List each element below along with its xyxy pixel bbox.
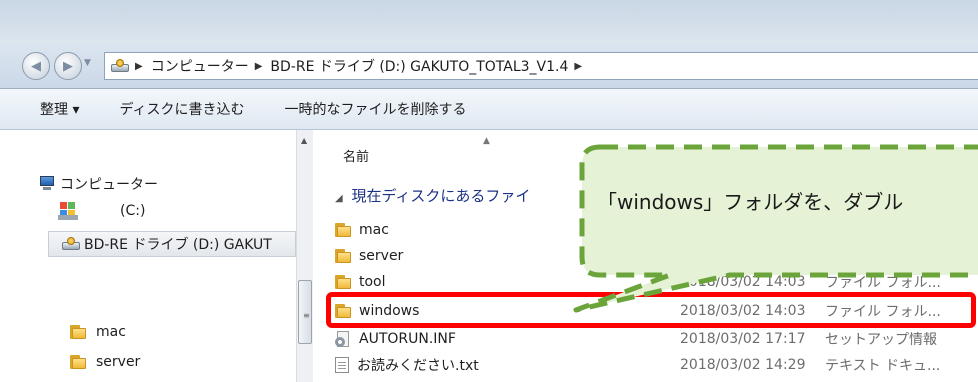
folder-icon xyxy=(335,249,351,263)
navigation-scrollbar[interactable]: ▲ ≡ xyxy=(296,130,314,382)
back-button[interactable]: ◀ xyxy=(22,52,50,80)
command-toolbar: 整理 ▾ ディスクに書き込む 一時的なファイルを削除する xyxy=(0,89,978,130)
scrollbar-thumb[interactable]: ≡ xyxy=(298,280,312,344)
arrow-right-icon: ▶ xyxy=(63,58,73,74)
bd-drive-icon xyxy=(62,237,80,251)
file-date: 2018/03/02 14:29 xyxy=(680,357,806,373)
grip-icon: ≡ xyxy=(303,311,310,320)
delete-temp-files-button[interactable]: 一時的なファイルを削除する xyxy=(285,99,467,119)
breadcrumb-separator-icon[interactable]: ▶ xyxy=(255,61,263,72)
window-titlebar xyxy=(0,0,978,45)
callout-text: 「windows」フォルダを、ダブル xyxy=(597,190,904,214)
nav-item-mac[interactable]: mac xyxy=(70,324,126,340)
breadcrumb-separator-icon[interactable]: ▶ xyxy=(135,61,143,72)
windows-drive-icon xyxy=(58,202,78,220)
address-bar[interactable]: ▶ コンピューター ▶ BD-RE ドライブ (D:) GAKUTO_TOTAL… xyxy=(104,52,978,80)
forward-button[interactable]: ▶ xyxy=(54,52,82,80)
nav-item-label: (C:) xyxy=(120,203,146,219)
breadcrumb-drive[interactable]: BD-RE ドライブ (D:) GAKUTO_TOTAL3_V1.4 xyxy=(270,56,568,76)
nav-item-computer[interactable]: コンピューター xyxy=(38,174,158,194)
breadcrumb-separator-icon[interactable]: ▶ xyxy=(574,61,582,72)
setup-info-icon xyxy=(335,331,351,347)
file-row[interactable]: お読みください.txt 2018/03/02 14:29 テキスト ドキュ... xyxy=(335,354,975,376)
nav-item-label: mac xyxy=(96,324,126,340)
nav-item-label: コンピューター xyxy=(60,177,158,193)
navigation-pane: コンピューター (C:) BD-RE ドライブ (D:) GAKUT mac s… xyxy=(0,130,296,382)
file-name: お読みください.txt xyxy=(357,358,479,374)
recent-pages-dropdown[interactable]: ▼ xyxy=(84,58,94,72)
arrow-left-icon: ◀ xyxy=(31,58,41,74)
scroll-up-icon[interactable]: ▲ xyxy=(301,136,307,145)
breadcrumb-computer[interactable]: コンピューター xyxy=(151,56,249,76)
folder-icon xyxy=(70,325,86,339)
burn-to-disc-button[interactable]: ディスクに書き込む xyxy=(119,99,244,119)
column-header-name[interactable]: 名前 xyxy=(343,146,369,165)
nav-item-label: BD-RE ドライブ (D:) GAKUT xyxy=(84,237,272,253)
address-row: ◀ ▶ ▼ ▶ コンピューター ▶ BD-RE ドライブ (D:) GAKUTO… xyxy=(0,44,978,89)
folder-icon xyxy=(70,355,86,369)
text-file-icon xyxy=(335,357,349,373)
chevron-down-icon: ▼ xyxy=(84,58,91,68)
expand-collapse-icon[interactable]: ◢ xyxy=(335,193,343,204)
callout-shape xyxy=(573,144,978,313)
nav-item-c-drive[interactable]: (C:) xyxy=(58,202,145,220)
folder-icon xyxy=(335,223,351,237)
computer-icon xyxy=(38,176,56,192)
nav-item-label: server xyxy=(96,354,141,370)
drive-icon xyxy=(111,59,129,73)
nav-item-d-drive[interactable]: BD-RE ドライブ (D:) GAKUT xyxy=(62,234,272,254)
nav-item-server[interactable]: server xyxy=(70,354,140,370)
file-type: テキスト ドキュ... xyxy=(825,358,941,374)
organize-button[interactable]: 整理 ▾ xyxy=(40,99,79,119)
folder-icon xyxy=(335,275,351,289)
